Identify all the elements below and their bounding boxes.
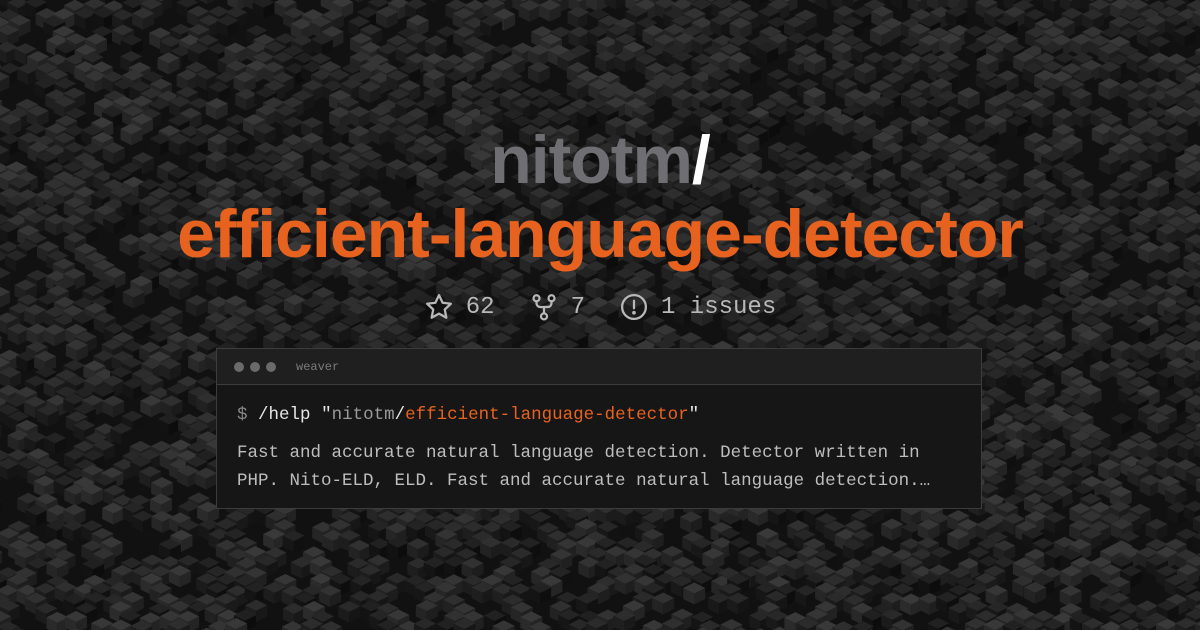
shell-prompt: $	[237, 405, 248, 425]
cube-decoration	[957, 87, 980, 110]
stars-count: 62	[465, 293, 495, 321]
cube-decoration	[567, 6, 590, 29]
issues-stat: 1 issues	[619, 292, 776, 322]
cube-decoration	[1089, 360, 1112, 383]
repo-stats: 62 7 1 issues	[0, 288, 1200, 326]
window-dot-icon	[266, 361, 276, 372]
command-arg-owner: nitotm	[331, 405, 395, 425]
quote-open: "	[321, 405, 332, 425]
cube-decoration	[881, 518, 904, 541]
cube-decoration	[604, 0, 627, 10]
cube-decoration	[205, 98, 228, 121]
cube-decoration	[0, 425, 2, 438]
cube-decoration	[0, 550, 3, 565]
cube-decoration	[413, 618, 436, 630]
cube-decoration	[832, 621, 855, 630]
issues-count: 1 issues	[661, 293, 777, 321]
terminal-body: $ /help "nitotm/efficient-language-detec…	[217, 385, 981, 495]
cube-decoration	[44, 432, 67, 455]
cube-decoration	[527, 61, 550, 84]
cube-decoration	[0, 500, 2, 513]
repo-owner: nitotm	[490, 122, 693, 198]
cube-decoration	[428, 0, 443, 4]
cube-decoration	[198, 0, 216, 5]
cube-decoration	[680, 511, 703, 534]
cube-decoration	[62, 519, 85, 542]
fork-icon	[529, 292, 559, 322]
cube-decoration	[235, 88, 258, 111]
issue-icon	[619, 292, 649, 322]
cube-decoration	[1098, 78, 1121, 101]
cube-decoration	[406, 538, 429, 561]
stars-stat: 62	[424, 292, 495, 322]
repo-slash: /	[691, 122, 711, 198]
star-icon	[424, 292, 454, 322]
cube-decoration	[252, 0, 275, 19]
command-name: /help	[258, 405, 311, 425]
terminal-titlebar: weaver	[217, 349, 981, 385]
forks-stat: 7	[529, 292, 585, 322]
cube-decoration	[1145, 518, 1168, 541]
repo-description: Fast and accurate natural language detec…	[237, 443, 931, 491]
command-arg-slash: /	[394, 405, 406, 425]
window-dot-icon	[234, 361, 244, 372]
command-line: $ /help "nitotm/efficient-language-detec…	[237, 403, 961, 427]
terminal-window: weaver $ /help "nitotm/efficient-languag…	[216, 348, 982, 509]
cube-decoration	[945, 5, 968, 28]
forks-count: 7	[570, 293, 585, 321]
repo-owner-heading: nitotm/	[0, 122, 1200, 198]
cube-decoration	[568, 26, 591, 49]
command-arg-repo: efficient-language-detector	[405, 405, 689, 425]
repo-name-heading: efficient-language-detector	[177, 196, 1024, 272]
cube-decoration	[281, 621, 304, 630]
cube-decoration	[1110, 412, 1133, 435]
cube-decoration	[157, 413, 180, 436]
cube-decoration	[751, 0, 768, 5]
terminal-title: weaver	[296, 359, 340, 374]
cube-decoration	[0, 478, 2, 491]
quote-close: "	[688, 405, 700, 425]
window-dot-icon	[250, 361, 260, 372]
cube-decoration	[0, 336, 2, 350]
